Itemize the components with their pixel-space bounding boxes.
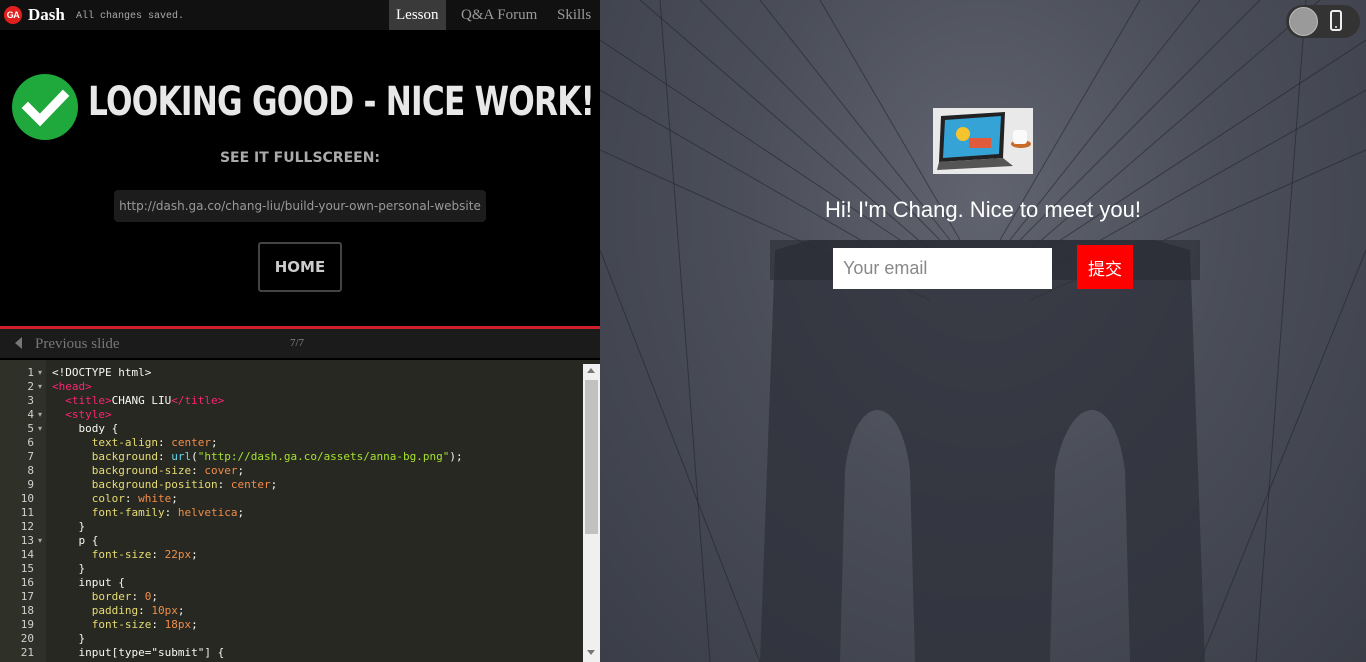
slide-counter: 7/7 [290,337,305,349]
code-line[interactable]: text-align: center; [52,436,218,449]
ga-logo[interactable]: GA [4,6,22,24]
scroll-up-icon[interactable] [587,368,595,373]
website-preview: Hi! I'm Chang. Nice to meet you! 提交 [600,0,1366,662]
device-toggle[interactable] [1286,5,1360,38]
line-number: 17 [20,590,34,603]
save-status: All changes saved. [76,11,185,22]
home-button[interactable]: HOME [258,242,342,292]
code-line[interactable]: <head> [52,380,92,393]
success-panel: LOOKING GOOD - NICE WORK! SEE IT FULLSCR… [0,30,600,326]
fold-arrow-icon[interactable]: ▾ [38,424,42,433]
editor-scrollbar[interactable] [583,364,600,662]
code-line[interactable]: } [52,520,85,533]
fold-arrow-icon[interactable]: ▾ [38,382,42,391]
lesson-panel: GA Dash All changes saved. Lesson Q&A Fo… [0,0,600,662]
line-number: 15 [20,562,34,575]
fold-arrow-icon[interactable]: ▾ [38,536,42,545]
code-line[interactable]: } [52,562,85,575]
line-number: 20 [20,632,34,645]
line-number: 19 [20,618,34,631]
scroll-down-icon[interactable] [587,650,595,655]
code-line[interactable]: input { [52,576,124,589]
fullscreen-label: SEE IT FULLSCREEN: [219,150,381,166]
top-bar: GA Dash All changes saved. Lesson Q&A Fo… [0,0,600,30]
phone-icon[interactable] [1330,10,1342,31]
code-line[interactable]: background-position: center; [52,478,277,491]
app-title: Dash [28,5,65,24]
code-line[interactable]: <style> [52,408,111,421]
line-number: 6 [27,436,34,449]
line-number: 5 [27,422,34,435]
tab-qa-forum[interactable]: Q&A Forum [454,0,544,30]
code-editor[interactable]: 1 ▾ 2 ▾ 3 4 ▾ 5 ▾ 6 7 8 9 10 11 12 13 ▾ 14 15 16 17 18 19 20 21 <… [0,360,600,662]
line-number: 7 [27,450,34,463]
line-number: 14 [20,548,34,561]
code-line[interactable]: padding: 10px; [52,604,185,617]
fold-arrow-icon[interactable]: ▾ [38,410,42,419]
code-line[interactable]: font-family: helvetica; [52,506,244,519]
code-line[interactable]: color: white; [52,492,178,505]
code-line[interactable]: font-size: 22px; [52,548,198,561]
previous-slide-button[interactable]: Previous slide [35,336,120,353]
line-number: 10 [20,492,34,505]
check-icon [12,74,78,140]
code-line[interactable]: font-size: 18px; [52,618,198,631]
code-line[interactable]: <title>CHANG LIU</title> [52,394,224,407]
code-line[interactable]: p { [52,534,98,547]
greeting-text: Hi! I'm Chang. Nice to meet you! [825,197,1141,222]
scroll-thumb[interactable] [585,380,598,534]
fullscreen-url-field[interactable]: http://dash.ga.co/chang-liu/build-your-o… [114,190,486,222]
circle-toggle-icon[interactable] [1289,7,1318,36]
chevron-left-icon[interactable] [15,337,22,349]
bridge-background-image [600,0,1366,662]
fold-arrow-icon[interactable]: ▾ [38,368,42,377]
line-number: 3 [27,394,34,407]
profile-image [933,108,1033,174]
email-input[interactable] [833,248,1052,289]
line-number: 21 [20,646,34,659]
code-line[interactable]: background-size: cover; [52,464,244,477]
tab-skills[interactable]: Skills [550,0,598,30]
line-number: 16 [20,576,34,589]
line-number: 4 [27,408,34,421]
line-number: 13 [20,534,34,547]
line-number: 2 [27,380,34,393]
line-number: 1 [27,366,34,379]
code-line[interactable]: border: 0; [52,590,158,603]
line-number: 9 [27,478,34,491]
line-number: 8 [27,464,34,477]
line-number: 12 [20,520,34,533]
submit-button[interactable]: 提交 [1077,245,1133,289]
code-line[interactable]: body { [52,422,118,435]
tab-lesson[interactable]: Lesson [389,0,446,30]
code-line[interactable]: input[type="submit"] { [52,646,224,659]
code-line[interactable]: background: url("http://dash.ga.co/asset… [52,450,463,463]
code-line[interactable]: <!DOCTYPE html> [52,366,151,379]
code-line[interactable]: } [52,632,85,645]
line-number: 18 [20,604,34,617]
slide-navigation: Previous slide 7/7 [0,329,600,358]
success-headline: LOOKING GOOD - NICE WORK! [88,79,595,125]
line-number-gutter: 1 ▾ 2 ▾ 3 4 ▾ 5 ▾ 6 7 8 9 10 11 12 13 ▾ 14 15 16 17 18 19 20 21 [0,360,46,662]
line-number: 11 [20,506,34,519]
